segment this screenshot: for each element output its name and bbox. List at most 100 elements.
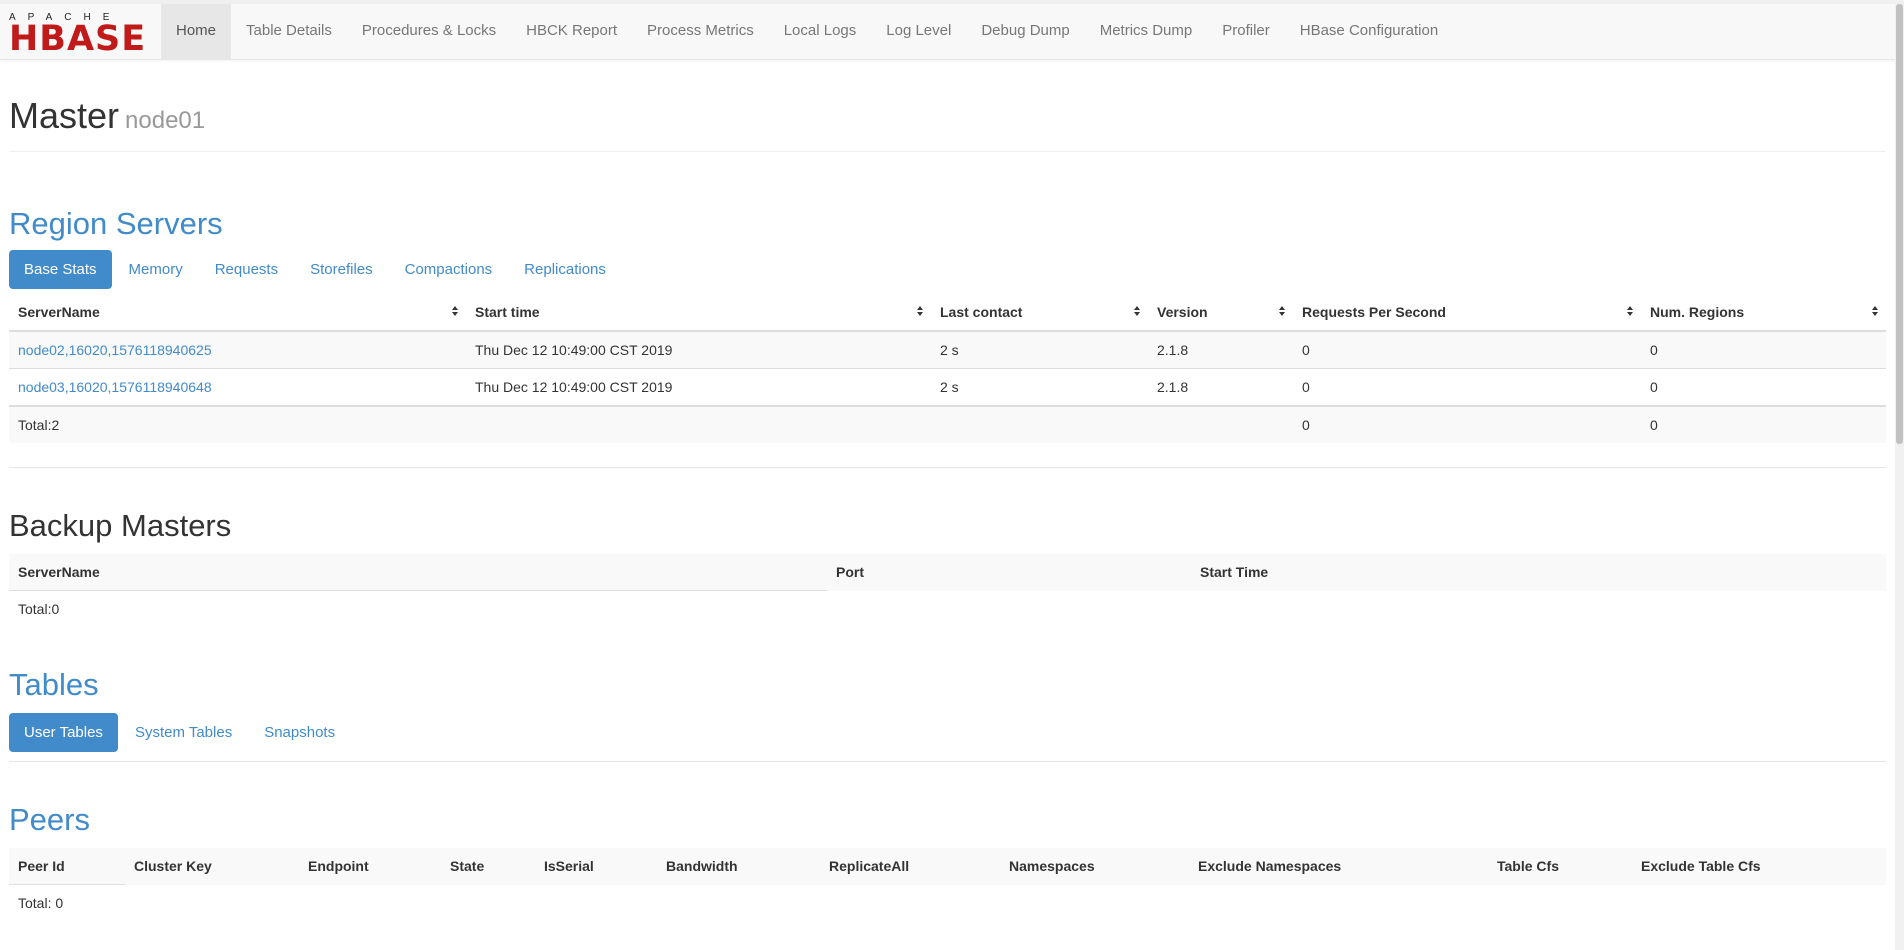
nav-local-logs[interactable]: Local Logs	[769, 4, 872, 59]
col-isserial: IsSerial	[535, 848, 657, 885]
table-header-row: ServerName Port Start Time	[9, 554, 1886, 591]
sort-icon[interactable]	[1872, 306, 1878, 318]
total-regions: 0	[1641, 405, 1886, 443]
cell-last-contact: 2 s	[931, 368, 1148, 406]
cell-requests: 0	[1293, 330, 1641, 369]
region-servers-title: Region Servers	[9, 206, 223, 241]
col-peer-id: Peer Id	[9, 848, 125, 885]
col-state: State	[441, 848, 535, 885]
total-label: Total:0	[9, 590, 827, 627]
tab-replications[interactable]: Replications	[509, 250, 621, 289]
col-port: Port	[827, 554, 1191, 591]
total-label: Total:2	[9, 405, 466, 443]
cell-version: 2.1.8	[1148, 330, 1293, 369]
backup-masters-table: ServerName Port Start Time Total:0	[9, 554, 1886, 627]
cell-start-time: Thu Dec 12 10:49:00 CST 2019	[466, 330, 931, 369]
hbase-logo[interactable]: APACHE HBASE	[9, 12, 149, 57]
col-label: Last contact	[940, 304, 1023, 320]
col-requests-per-second[interactable]: Requests Per Second	[1293, 294, 1641, 332]
nav-profiler[interactable]: Profiler	[1207, 4, 1285, 59]
col-last-contact[interactable]: Last contact	[931, 294, 1148, 332]
table-row: node03,16020,1576118940648 Thu Dec 12 10…	[9, 368, 1886, 406]
peers-title: Peers	[9, 802, 90, 837]
tab-base-stats[interactable]: Base Stats	[9, 250, 112, 289]
col-exclude-table-cfs: Exclude Table Cfs	[1632, 848, 1886, 885]
nav-debug-dump[interactable]: Debug Dump	[966, 4, 1084, 59]
region-servers-table: ServerName Start time Last contact Versi…	[9, 294, 1886, 443]
page-title: Master node01	[9, 96, 1886, 141]
page-title-text: Master	[9, 95, 120, 136]
nav-procedures-locks[interactable]: Procedures & Locks	[347, 4, 511, 59]
col-version[interactable]: Version	[1148, 294, 1293, 332]
total-row: Total:2 0 0	[9, 405, 1886, 443]
col-namespaces: Namespaces	[1000, 848, 1189, 885]
cell-last-contact: 2 s	[931, 330, 1148, 369]
server-link[interactable]: node03,16020,1576118940648	[18, 379, 212, 395]
page-scrollbar[interactable]	[1895, 0, 1904, 950]
tab-requests[interactable]: Requests	[200, 250, 293, 289]
sort-icon[interactable]	[1134, 306, 1140, 318]
col-label: ServerName	[18, 304, 100, 320]
divider	[9, 467, 1886, 468]
divider	[9, 761, 1886, 762]
sort-icon[interactable]	[452, 306, 458, 318]
tab-storefiles[interactable]: Storefiles	[295, 250, 388, 289]
total-requests: 0	[1293, 405, 1641, 443]
master-hostname: node01	[125, 107, 206, 134]
nav-log-level[interactable]: Log Level	[871, 4, 966, 59]
col-replicateall: ReplicateAll	[820, 848, 1000, 885]
tab-compactions[interactable]: Compactions	[390, 250, 508, 289]
region-servers-tabs: Base Stats Memory Requests Storefiles Co…	[9, 250, 623, 289]
cell-regions: 0	[1641, 330, 1886, 369]
tab-user-tables[interactable]: User Tables	[9, 713, 118, 752]
col-cluster-key: Cluster Key	[125, 848, 299, 885]
col-num-regions[interactable]: Num. Regions	[1641, 294, 1886, 332]
col-table-cfs: Table Cfs	[1488, 848, 1632, 885]
col-start-time: Start Time	[1191, 554, 1886, 591]
nav-home[interactable]: Home	[161, 4, 232, 59]
col-label: Requests Per Second	[1302, 304, 1446, 320]
table-row: node02,16020,1576118940625 Thu Dec 12 10…	[9, 330, 1886, 369]
cell-servername: node03,16020,1576118940648	[9, 368, 466, 406]
cell-start-time: Thu Dec 12 10:49:00 CST 2019	[466, 368, 931, 406]
cell-requests: 0	[1293, 368, 1641, 406]
nav-table-details[interactable]: Table Details	[231, 4, 347, 59]
col-label: Num. Regions	[1650, 304, 1745, 320]
col-bandwidth: Bandwidth	[657, 848, 820, 885]
cell-version: 2.1.8	[1148, 368, 1293, 406]
cell-regions: 0	[1641, 368, 1886, 406]
nav-hbck-report[interactable]: HBCK Report	[511, 4, 632, 59]
tab-system-tables[interactable]: System Tables	[120, 713, 247, 752]
server-link[interactable]: node02,16020,1576118940625	[18, 342, 212, 358]
col-servername[interactable]: ServerName	[9, 294, 466, 332]
sort-icon[interactable]	[1627, 306, 1633, 318]
col-start-time[interactable]: Start time	[466, 294, 931, 332]
backup-masters-title: Backup Masters	[9, 508, 232, 543]
col-endpoint: Endpoint	[299, 848, 441, 885]
tab-memory[interactable]: Memory	[114, 250, 198, 289]
total-row: Total:0	[9, 590, 1886, 627]
nav-hbase-configuration[interactable]: HBase Configuration	[1285, 4, 1453, 59]
total-row: Total: 0	[9, 884, 1886, 921]
col-label: Start time	[475, 304, 540, 320]
col-exclude-namespaces: Exclude Namespaces	[1189, 848, 1488, 885]
nav-metrics-dump[interactable]: Metrics Dump	[1085, 4, 1208, 59]
main-nav: Home Table Details Procedures & Locks HB…	[161, 4, 1453, 59]
col-label: Version	[1157, 304, 1208, 320]
total-label: Total: 0	[9, 884, 125, 921]
tab-snapshots[interactable]: Snapshots	[249, 713, 350, 752]
tables-tabs: User Tables System Tables Snapshots	[9, 713, 352, 752]
scrollbar-thumb[interactable]	[1896, 4, 1903, 444]
peers-table: Peer Id Cluster Key Endpoint State IsSer…	[9, 848, 1886, 921]
nav-process-metrics[interactable]: Process Metrics	[632, 4, 769, 59]
logo-hbase-text: HBASE	[9, 19, 147, 59]
table-header-row: Peer Id Cluster Key Endpoint State IsSer…	[9, 848, 1886, 885]
table-header-row: ServerName Start time Last contact Versi…	[9, 294, 1886, 332]
tables-title: Tables	[9, 667, 99, 702]
page-header: Master node01	[9, 96, 1886, 152]
sort-icon[interactable]	[917, 306, 923, 318]
col-servername: ServerName	[9, 554, 827, 591]
sort-icon[interactable]	[1279, 306, 1285, 318]
cell-servername: node02,16020,1576118940625	[9, 330, 466, 369]
navbar: APACHE HBASE Home Table Details Procedur…	[0, 4, 1904, 60]
